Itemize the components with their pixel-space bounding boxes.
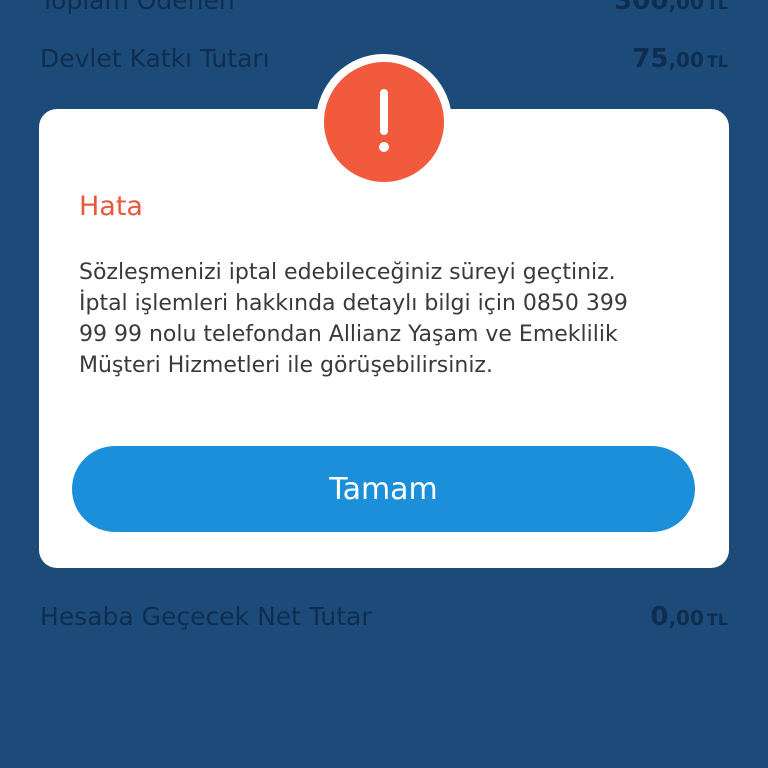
ok-button[interactable]: Tamam [72, 446, 695, 532]
dialog-message: Sözleşmenizi iptal edebileceğiniz süreyi… [79, 260, 628, 378]
summary-amount: 300,00 TL [614, 0, 728, 16]
exclamation-icon [324, 62, 444, 182]
summary-label: Hesaba Geçecek Net Tutar [40, 602, 372, 631]
summary-amount: 75,00 TL [632, 44, 728, 74]
summary-label: Toplam Ödenen [40, 0, 235, 15]
dialog-title: Hata [79, 191, 143, 222]
summary-row-net-amount: Hesaba Geçecek Net Tutar 0,00 TL [40, 602, 728, 632]
summary-amount: 0,00 TL [650, 602, 728, 632]
summary-label: Devlet Katkı Tutarı [40, 44, 270, 73]
summary-row-total-paid: Toplam Ödenen 300,00 TL [40, 0, 728, 16]
